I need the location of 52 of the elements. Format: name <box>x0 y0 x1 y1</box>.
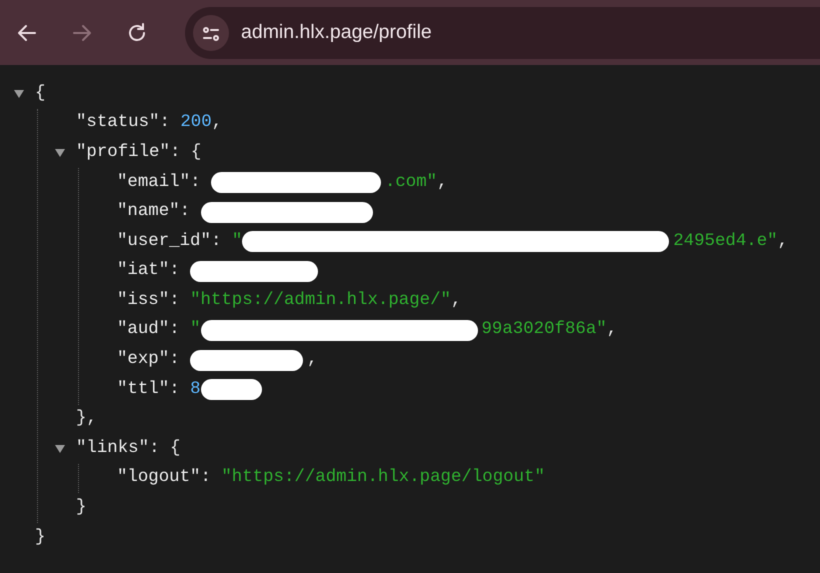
punctuation: : <box>169 349 180 372</box>
json-key: "ttl" <box>117 376 170 403</box>
punctuation: } <box>76 408 86 430</box>
punctuation: : <box>169 378 180 401</box>
punctuation: , <box>86 408 97 430</box>
json-key: "aud" <box>117 317 170 344</box>
punctuation: : <box>169 319 180 342</box>
punctuation: : <box>190 172 200 194</box>
json-key: "status" <box>76 110 160 136</box>
string-value: " <box>190 319 200 342</box>
punctuation: , <box>437 172 448 194</box>
expand-toggle[interactable] <box>13 88 25 100</box>
punctuation: : <box>169 260 180 282</box>
json-key: "profile" <box>76 140 170 166</box>
punctuation: : <box>170 142 180 164</box>
string-value: 2495ed4.e" <box>673 230 778 253</box>
json-key: "name" <box>117 199 180 226</box>
punctuation: : <box>149 438 160 460</box>
punctuation: : <box>169 290 180 312</box>
punctuation: : <box>180 201 190 224</box>
expand-toggle[interactable] <box>54 146 66 159</box>
punctuation: { <box>170 438 180 460</box>
json-key: "logout" <box>117 465 200 492</box>
punctuation: { <box>190 142 202 164</box>
json-key: "links" <box>76 436 150 462</box>
punctuation: : <box>160 112 170 134</box>
string-value: "https://admin.hlx.page/" <box>190 290 451 312</box>
json-key: "user_id" <box>117 228 211 255</box>
string-value: .com" <box>384 172 438 194</box>
site-settings-icon[interactable] <box>193 14 229 50</box>
string-value: 99a3020f86a" <box>482 319 607 342</box>
punctuation: : <box>210 230 222 253</box>
number-value: 200 <box>180 112 212 134</box>
json-key: "email" <box>117 170 190 196</box>
punctuation: } <box>76 497 86 520</box>
json-key: "exp" <box>117 347 170 374</box>
expand-toggle[interactable] <box>54 442 66 455</box>
json-key: "iss" <box>117 288 170 314</box>
punctuation: , <box>778 230 788 253</box>
redaction-mark <box>200 379 262 400</box>
punctuation: { <box>35 82 46 105</box>
punctuation: , <box>606 319 618 342</box>
punctuation: , <box>307 349 318 372</box>
json-key: "iat" <box>117 258 170 284</box>
punctuation: , <box>450 290 462 312</box>
address-bar[interactable]: admin.hlx.page/profile <box>185 6 820 58</box>
string-value: "https://admin.hlx.page/logout" <box>221 467 545 490</box>
string-value: " <box>232 230 242 253</box>
punctuation: : <box>200 467 211 490</box>
punctuation: , <box>212 112 222 134</box>
punctuation: } <box>35 526 46 549</box>
number-value: 8 <box>190 378 200 401</box>
